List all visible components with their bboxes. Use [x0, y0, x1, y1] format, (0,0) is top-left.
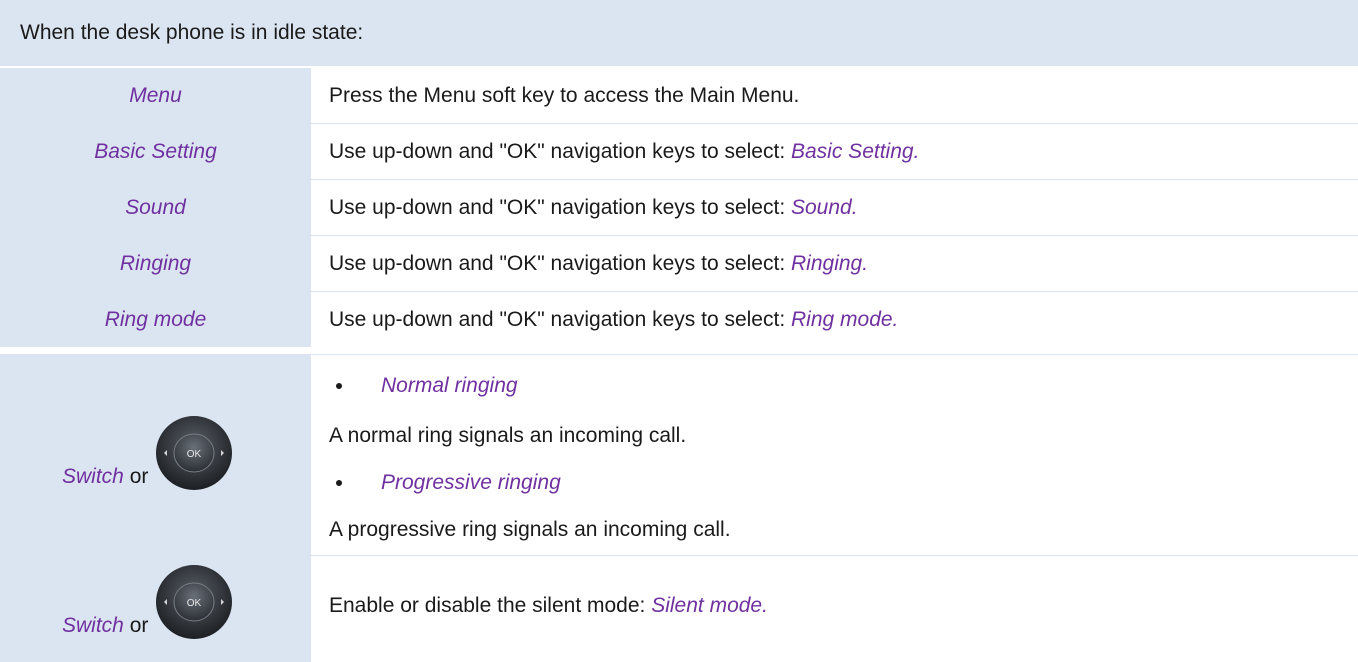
or-label: or [123, 465, 149, 488]
switch-or-ok: Switch or OK [62, 562, 234, 642]
or-label: or [123, 614, 149, 637]
navigation-ok-key-icon[interactable]: OK [154, 413, 234, 493]
table-row: Ringing Use up-down and "OK" navigation … [0, 236, 1358, 291]
svg-text:OK: OK [187, 449, 202, 460]
step-label-cell: Switch or OK [0, 556, 311, 662]
list-item: Normal ringing [329, 374, 518, 398]
switch-or-ok: Switch or OK [62, 413, 234, 493]
step-description-cell: Use up-down and "OK" navigation keys to … [312, 292, 1358, 347]
step-description: Use up-down and "OK" navigation keys to … [329, 307, 786, 331]
svg-text:OK: OK [187, 598, 202, 609]
step-label-cell: Sound [0, 180, 311, 235]
step-description: Use up-down and "OK" navigation keys to … [329, 139, 786, 163]
step-label-cell: Ringing [0, 236, 311, 291]
bullet-icon [336, 383, 342, 389]
option-description: A normal ring signals an incoming call. [329, 424, 687, 447]
step-label-cell: Menu [0, 68, 311, 123]
table-row: Switch or OK Normal ringing A normal rin… [0, 355, 1358, 555]
step-description: Enable or disable the silent mode: [329, 594, 646, 617]
step-label-cell: Ring mode [0, 292, 311, 347]
step-description: Use up-down and "OK" navigation keys to … [329, 195, 786, 219]
step-description-cell: Use up-down and "OK" navigation keys to … [312, 124, 1358, 179]
step-label: Basic Setting [94, 139, 217, 163]
step-description-cell: Use up-down and "OK" navigation keys to … [312, 180, 1358, 235]
step-keyword: Basic Setting. [791, 139, 920, 163]
step-description: Press the Menu soft key to access the Ma… [329, 83, 800, 107]
option-description: A progressive ring signals an incoming c… [329, 518, 731, 541]
table-header: When the desk phone is in idle state: [0, 0, 1358, 67]
step-label-cell: Basic Setting [0, 124, 311, 179]
switch-label: Switch [62, 614, 124, 637]
instruction-table: When the desk phone is in idle state: Me… [0, 0, 1358, 662]
step-description-cell: Use up-down and "OK" navigation keys to … [312, 236, 1358, 291]
table-row: Switch or OK Enable or disable the silen… [0, 556, 1358, 662]
step-label-cell: Switch or OK [0, 355, 311, 555]
step-keyword: Silent mode. [651, 594, 768, 617]
step-label: Ring mode [104, 307, 207, 331]
table-row: Menu Press the Menu soft key to access t… [0, 68, 1358, 123]
bullet-icon [336, 480, 342, 486]
table-row: Basic Setting Use up-down and "OK" navig… [0, 124, 1358, 179]
list-item: Progressive ringing [329, 471, 561, 495]
option-title: Normal ringing [381, 374, 518, 397]
step-label: Ringing [119, 251, 192, 275]
step-keyword: Sound. [791, 195, 858, 219]
table-row: Sound Use up-down and "OK" navigation ke… [0, 180, 1358, 235]
navigation-ok-key-icon[interactable]: OK [154, 562, 234, 642]
step-label: Menu [129, 83, 182, 107]
step-description-cell: Normal ringing A normal ring signals an … [312, 355, 1358, 555]
step-keyword: Ring mode. [791, 307, 899, 331]
option-title: Progressive ringing [381, 471, 561, 494]
step-description-cell: Enable or disable the silent mode: Silen… [312, 556, 1358, 662]
step-keyword: Ringing. [791, 251, 869, 275]
step-description-cell: Press the Menu soft key to access the Ma… [312, 68, 1358, 123]
header-text: When the desk phone is in idle state: [20, 21, 364, 44]
switch-label: Switch [62, 465, 124, 488]
step-description: Use up-down and "OK" navigation keys to … [329, 251, 786, 275]
table-row: Ring mode Use up-down and "OK" navigatio… [0, 292, 1358, 347]
step-label: Sound [125, 195, 186, 219]
